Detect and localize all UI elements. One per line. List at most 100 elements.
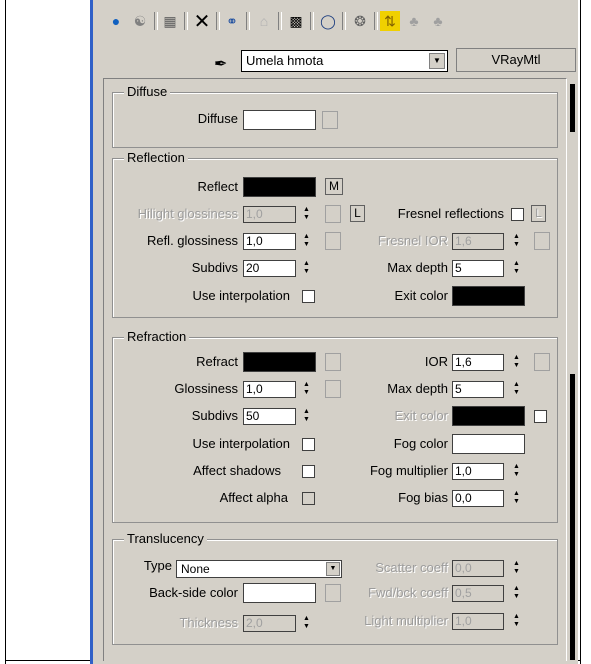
material-effects-channel-icon[interactable]: ▩ <box>286 11 306 31</box>
refl-glossiness-label: Refl. glossiness <box>146 233 238 248</box>
make-unique-icon[interactable]: ⚭ <box>222 11 242 31</box>
refraction-glossiness-field[interactable]: 1,0 <box>243 381 296 398</box>
reflection-use-interpolation-label: Use interpolation <box>192 288 290 303</box>
diffuse-color-swatch[interactable] <box>243 110 316 130</box>
diffuse-label: Diffuse <box>197 111 238 126</box>
material-name-dropdown[interactable]: Umela hmota ▼ <box>241 50 448 72</box>
translucency-type-value: None <box>181 562 210 576</box>
refraction-exit-color-checkbox[interactable] <box>534 410 547 423</box>
ior-field[interactable]: 1,6 <box>452 354 504 371</box>
fresnel-ior-field[interactable]: 1,6 <box>452 233 504 250</box>
affect-shadows-label: Affect shadows <box>193 463 281 478</box>
refraction-exit-color-swatch[interactable] <box>452 406 525 426</box>
diffuse-group-title: Diffuse <box>124 84 171 99</box>
reflection-subdivs-spinner[interactable]: ▲ ▼ <box>301 260 312 277</box>
refraction-glossiness-label: Glossiness <box>174 381 238 396</box>
reflection-max-depth-field[interactable]: 5 <box>452 260 504 277</box>
affect-alpha-label: Affect alpha <box>219 490 288 505</box>
material-toolbar: ● ☯ ▦ ✕ ⚭ ⌂ ▩ ◯ ❂ ⇅ ♣ ♣ <box>96 8 576 34</box>
hilight-glossiness-map-button[interactable] <box>325 205 341 223</box>
fwd-bck-coeff-spinner[interactable]: ▲ ▼ <box>511 585 522 602</box>
fresnel-ior-spinner[interactable]: ▲ ▼ <box>511 233 522 250</box>
reflect-map-button[interactable]: M <box>325 178 343 195</box>
refl-glossiness-map-button[interactable] <box>325 232 341 250</box>
fresnel-lock-button[interactable]: L <box>531 205 546 222</box>
scrollbar-thumb[interactable] <box>570 84 575 132</box>
refraction-max-depth-field[interactable]: 5 <box>452 381 504 398</box>
refl-glossiness-field[interactable]: 1,0 <box>243 233 296 250</box>
show-map-in-viewport-icon[interactable]: ◯ <box>318 11 338 31</box>
scatter-coeff-label: Scatter coeff <box>375 560 448 575</box>
refraction-subdivs-field[interactable]: 50 <box>243 408 296 425</box>
frame-right-border <box>580 0 581 664</box>
material-name: Umela hmota <box>246 53 324 68</box>
refraction-max-depth-spinner[interactable]: ▲ ▼ <box>511 381 522 398</box>
hilight-glossiness-spinner[interactable]: ▲ ▼ <box>301 206 312 223</box>
reflection-use-interpolation-checkbox[interactable] <box>302 290 315 303</box>
fresnel-ior-label: Fresnel IOR <box>377 233 448 248</box>
fog-bias-field[interactable]: 0,0 <box>452 490 504 507</box>
light-multiplier-field[interactable]: 1,0 <box>452 613 504 630</box>
affect-shadows-checkbox[interactable] <box>302 465 315 478</box>
refraction-subdivs-spinner[interactable]: ▲ ▼ <box>301 408 312 425</box>
fwd-bck-coeff-label: Fwd/bck coeff <box>368 585 448 600</box>
thickness-field[interactable]: 2,0 <box>243 615 296 632</box>
back-side-color-map-button[interactable] <box>325 584 341 602</box>
go-to-parent-icon[interactable]: ⇅ <box>380 11 400 31</box>
put-to-library-icon[interactable]: ⌂ <box>254 11 274 31</box>
back-side-color-swatch[interactable] <box>243 583 316 603</box>
fresnel-reflections-checkbox[interactable] <box>511 208 524 221</box>
translucency-type-label: Type <box>143 558 172 573</box>
fresnel-ior-map-button[interactable] <box>534 232 550 250</box>
go-forward-to-sibling-icon[interactable]: ♣ <box>404 11 424 31</box>
fog-multiplier-spinner[interactable]: ▲ ▼ <box>511 463 522 480</box>
translucency-type-dropdown[interactable]: None ▼ <box>176 560 342 578</box>
reset-material-icon[interactable]: ✕ <box>192 11 212 33</box>
refract-label: Refract <box>196 354 238 369</box>
ior-map-button[interactable] <box>534 353 550 371</box>
reflection-exit-color-swatch[interactable] <box>452 286 525 306</box>
fog-multiplier-field[interactable]: 1,0 <box>452 463 504 480</box>
affect-alpha-checkbox[interactable] <box>302 492 315 505</box>
hilight-glossiness-field[interactable]: 1,0 <box>243 206 296 223</box>
refract-color-swatch[interactable] <box>243 352 316 372</box>
chevron-down-icon[interactable]: ▼ <box>326 562 340 576</box>
refraction-use-interpolation-label: Use interpolation <box>192 436 290 451</box>
fresnel-reflections-label: Fresnel reflections <box>397 206 504 221</box>
scatter-coeff-field[interactable]: 0,0 <box>452 560 504 577</box>
refract-map-button[interactable] <box>325 353 341 371</box>
pick-material-icon[interactable]: ✒ <box>214 54 227 74</box>
thickness-spinner[interactable]: ▲ ▼ <box>301 615 312 632</box>
fwd-bck-coeff-field[interactable]: 0,5 <box>452 585 504 602</box>
reflection-exit-color-label: Exit color <box>394 288 448 303</box>
scatter-coeff-spinner[interactable]: ▲ ▼ <box>511 560 522 577</box>
reflect-color-swatch[interactable] <box>243 177 316 197</box>
put-to-scene-icon[interactable]: ☯ <box>130 11 150 31</box>
chevron-down-icon[interactable]: ▼ <box>429 53 445 69</box>
ior-label: IOR <box>424 354 448 369</box>
hilight-lock-button[interactable]: L <box>350 205 365 222</box>
hilight-glossiness-label: Hilight glossiness <box>137 206 238 221</box>
refraction-glossiness-spinner[interactable]: ▲ ▼ <box>301 381 312 398</box>
scrollbar-track-dark <box>570 374 575 660</box>
material-navigator-icon[interactable]: ♣ <box>428 11 448 31</box>
show-end-result-icon[interactable]: ❂ <box>350 11 370 31</box>
material-type-button[interactable]: VRayMtl <box>456 48 576 72</box>
refraction-use-interpolation-checkbox[interactable] <box>302 438 315 451</box>
fog-bias-spinner[interactable]: ▲ ▼ <box>511 490 522 507</box>
ior-spinner[interactable]: ▲ ▼ <box>511 354 522 371</box>
refraction-exit-color-label: Exit color <box>394 408 448 423</box>
assign-to-selection-icon[interactable]: ▦ <box>160 11 180 31</box>
refraction-glossiness-map-button[interactable] <box>325 380 341 398</box>
fog-multiplier-label: Fog multiplier <box>369 463 448 478</box>
fog-bias-label: Fog bias <box>398 490 448 505</box>
light-multiplier-spinner[interactable]: ▲ ▼ <box>511 613 522 630</box>
frame-left-border <box>5 0 6 664</box>
reflection-max-depth-spinner[interactable]: ▲ ▼ <box>511 260 522 277</box>
get-material-icon[interactable]: ● <box>106 11 126 31</box>
refl-glossiness-spinner[interactable]: ▲ ▼ <box>301 233 312 250</box>
refraction-max-depth-label: Max depth <box>387 381 448 396</box>
diffuse-map-button[interactable] <box>322 111 338 129</box>
fog-color-swatch[interactable] <box>452 434 525 454</box>
reflection-subdivs-field[interactable]: 20 <box>243 260 296 277</box>
